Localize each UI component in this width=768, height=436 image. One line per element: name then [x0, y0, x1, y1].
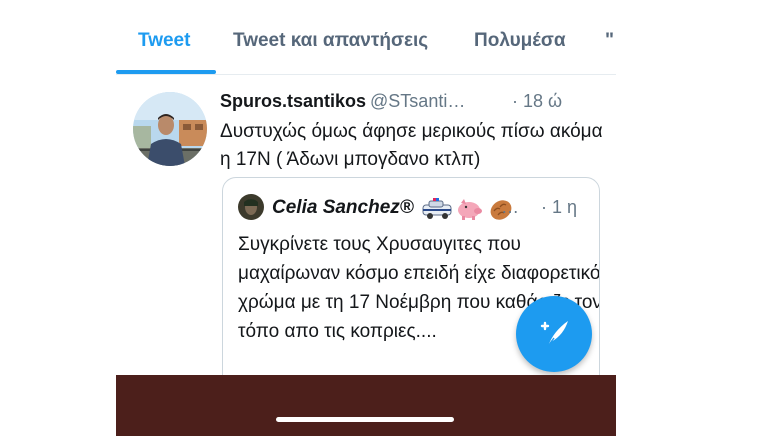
author-name[interactable]: Spuros.tsantikos [220, 91, 366, 111]
author-handle[interactable]: @STsanti… [370, 91, 465, 111]
home-indicator[interactable] [276, 417, 454, 422]
quoted-avatar [238, 194, 264, 220]
pig-icon [458, 199, 482, 220]
tab-media[interactable]: Πολυμέσα [474, 30, 566, 52]
tweet-text: Δυστυχώς όμως άφησε μερικούς πίσω ακόμα … [220, 121, 603, 170]
phone-screen: Tweet Tweet και απαντήσεις Πολυμέσα " Sp… [116, 0, 616, 436]
tweet-timestamp: · 18 ώ [512, 91, 563, 111]
police-car-icon [422, 198, 452, 219]
compose-tweet-button[interactable] [516, 296, 592, 372]
bottom-bar [116, 375, 616, 436]
profile-tabs: Tweet Tweet και απαντήσεις Πολυμέσα " [116, 0, 616, 75]
tab-likes-partial[interactable]: " [605, 30, 614, 52]
compose-tweet-icon [540, 321, 568, 347]
tweet-header: Spuros.tsantikos @STsanti… · 18 ώ [220, 91, 600, 115]
tab-tweets[interactable]: Tweet [138, 30, 190, 52]
tabs-divider [116, 74, 616, 75]
quoted-timestamp: · 1 η [541, 197, 578, 217]
tab-tweets-and-replies[interactable]: Tweet και απαντήσεις [233, 30, 428, 52]
avatar[interactable] [133, 92, 207, 166]
quoted-ellipsis: … [501, 197, 519, 217]
quoted-author-name: Celia Sanchez® [272, 197, 414, 218]
